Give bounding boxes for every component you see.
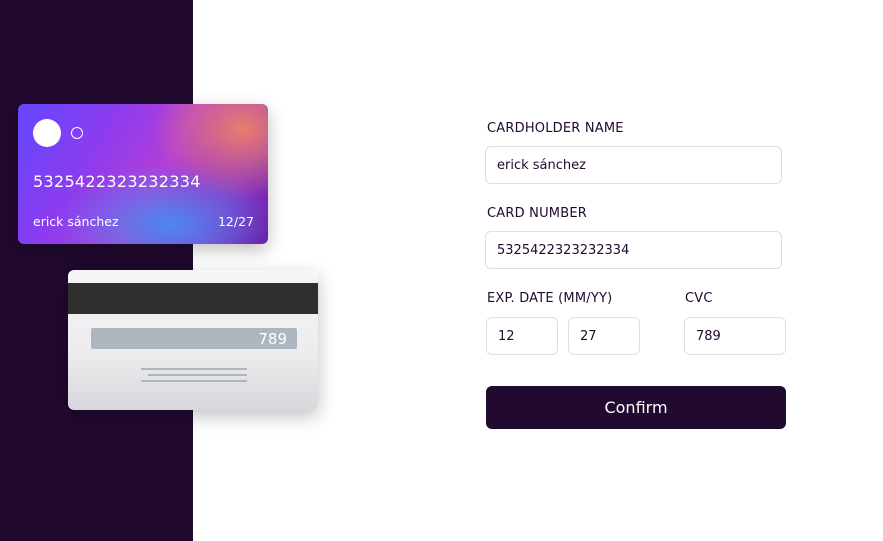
card-front: 5325422323232334 erick sánchez 12/27 <box>18 104 268 244</box>
cvc-input[interactable] <box>684 317 786 355</box>
card-back-fine-print <box>141 368 247 370</box>
card-magnetic-stripe <box>68 283 318 314</box>
exp-month-input[interactable] <box>486 317 558 355</box>
cardholder-name-label: CARDHOLDER NAME <box>487 121 624 136</box>
confirm-button[interactable]: Confirm <box>486 386 786 429</box>
card-front-number: 5325422323232334 <box>33 172 201 191</box>
card-front-exp-year: 27 <box>238 214 254 229</box>
exp-year-input[interactable] <box>568 317 640 355</box>
card-number-label: CARD NUMBER <box>487 206 587 221</box>
card-back: 789 <box>68 270 318 410</box>
card-back-cvc: 789 <box>258 330 287 348</box>
card-logo-circle-small <box>71 127 83 139</box>
card-number-input[interactable] <box>485 231 782 269</box>
exp-date-label: EXP. DATE (MM/YY) <box>487 291 613 306</box>
card-back-fine-print <box>148 374 247 376</box>
card-back-fine-print <box>141 380 247 382</box>
card-front-name: erick sánchez <box>33 214 119 229</box>
cardholder-name-input[interactable] <box>485 146 782 184</box>
card-logo-circle-large <box>33 119 61 147</box>
card-front-exp-month: 12 <box>217 214 234 229</box>
card-signature-strip: 789 <box>91 328 297 349</box>
card-front-expiry: 12/27 <box>218 214 254 229</box>
cvc-label: CVC <box>685 291 713 306</box>
